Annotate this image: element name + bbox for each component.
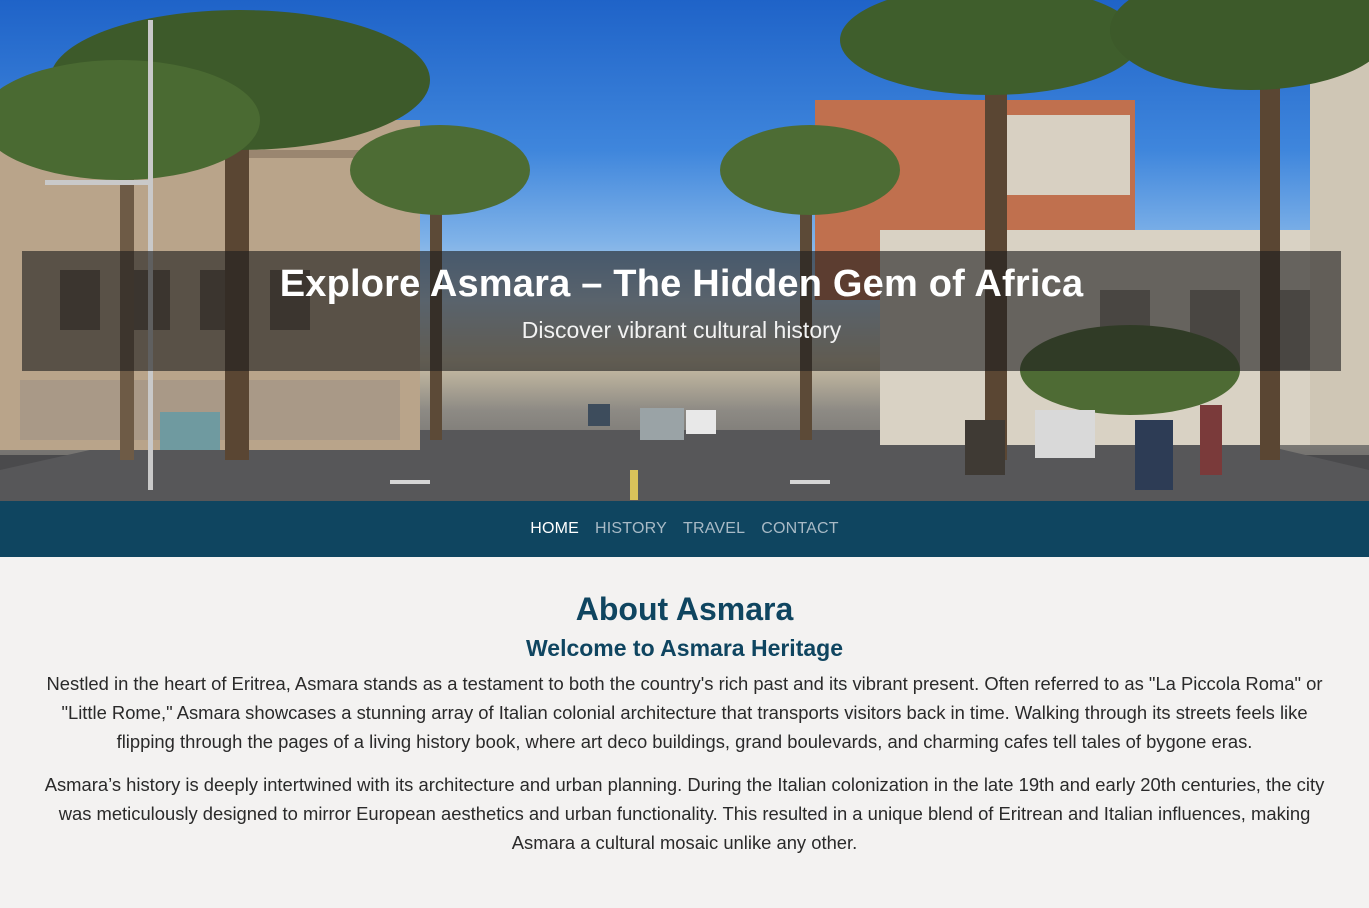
section-subtitle: Welcome to Asmara Heritage <box>525 635 843 661</box>
main-navigation: HOME HISTORY TRAVEL CONTACT <box>0 501 1369 557</box>
intro-paragraph: Nestled in the heart of Eritrea, Asmara … <box>46 673 1323 752</box>
nav-travel-link[interactable]: TRAVEL <box>683 520 745 538</box>
nav-history-link[interactable]: HISTORY <box>595 520 667 538</box>
nav-contact-link[interactable]: CONTACT <box>761 520 839 538</box>
hero-overlay: Explore Asmara – The Hidden Gem of Afric… <box>22 251 1341 371</box>
history-paragraph: Asmara’s history is deeply intertwined w… <box>44 774 1325 853</box>
section-title: About Asmara <box>575 591 794 627</box>
nav-home-link[interactable]: HOME <box>530 520 579 538</box>
hero-title: Explore Asmara – The Hidden Gem of Afric… <box>279 263 1084 305</box>
hero-subtitle: Discover vibrant cultural history <box>521 317 842 343</box>
about-section: About Asmara Welcome to Asmara Heritage … <box>0 557 1369 857</box>
hero-banner: Explore Asmara – The Hidden Gem of Afric… <box>0 0 1369 501</box>
